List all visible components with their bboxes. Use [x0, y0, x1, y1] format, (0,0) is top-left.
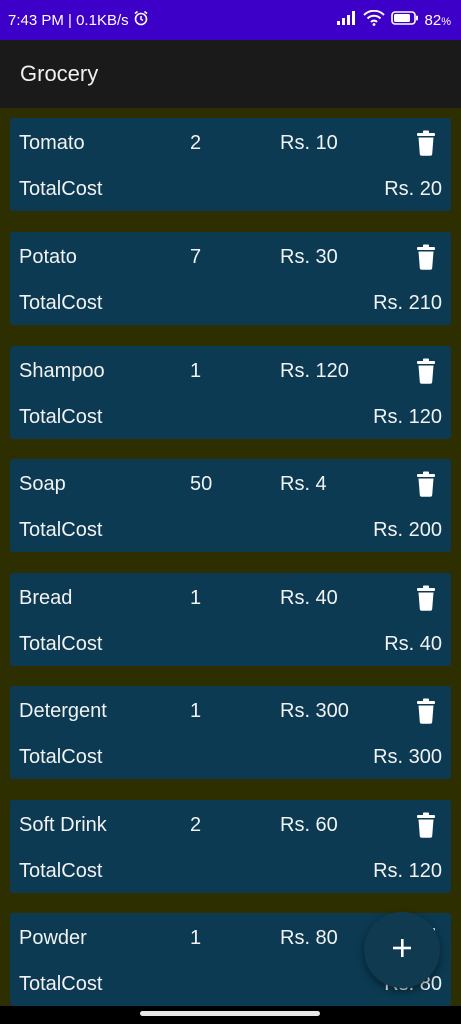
item-name: Bread — [19, 587, 73, 609]
grocery-list[interactable]: Tomato 2 Rs. 10 TotalCost Rs. 20 Potato … — [0, 108, 461, 1006]
plus-icon — [391, 937, 413, 964]
total-cost-value: Rs. 120 — [373, 860, 442, 882]
home-gesture-handle[interactable] — [140, 1011, 320, 1016]
signal-icon — [336, 11, 357, 29]
item-quantity: 50 — [190, 473, 213, 495]
item-price: Rs. 120 — [280, 360, 349, 382]
status-bar: 7:43 PM | 0.1KB/s 82% — [0, 0, 461, 40]
total-cost-label: TotalCost — [19, 292, 103, 314]
page-title: Grocery — [20, 61, 99, 86]
status-left: 7:43 PM | 0.1KB/s — [8, 10, 149, 30]
item-name: Powder — [19, 927, 87, 949]
trash-icon[interactable] — [414, 585, 438, 611]
total-cost-value: Rs. 200 — [373, 519, 442, 541]
item-name: Detergent — [19, 700, 107, 722]
status-right: 82% — [336, 9, 451, 30]
list-item[interactable]: Potato 7 Rs. 30 TotalCost Rs. 210 — [10, 232, 451, 325]
item-price: Rs. 40 — [280, 587, 338, 609]
battery-percent: 82% — [424, 11, 451, 29]
trash-icon[interactable] — [414, 471, 438, 497]
item-name: Soft Drink — [19, 814, 107, 836]
total-cost-value: Rs. 120 — [373, 406, 442, 428]
trash-icon[interactable] — [414, 812, 438, 838]
item-name: Shampoo — [19, 360, 105, 382]
trash-icon[interactable] — [414, 698, 438, 724]
battery-icon — [390, 11, 419, 29]
trash-icon[interactable] — [414, 358, 438, 384]
item-price: Rs. 60 — [280, 814, 338, 836]
list-item[interactable]: Tomato 2 Rs. 10 TotalCost Rs. 20 — [10, 118, 451, 211]
item-price: Rs. 80 — [280, 927, 338, 949]
item-name: Soap — [19, 473, 66, 495]
item-price: Rs. 10 — [280, 132, 338, 154]
item-quantity: 1 — [190, 927, 202, 949]
item-price: Rs. 300 — [280, 700, 349, 722]
alarm-icon — [133, 10, 149, 30]
total-cost-label: TotalCost — [19, 860, 103, 882]
list-item[interactable]: Soft Drink 2 Rs. 60 TotalCost Rs. 120 — [10, 800, 451, 893]
item-name: Tomato — [19, 132, 85, 154]
total-cost-value: Rs. 20 — [384, 178, 442, 200]
list-item[interactable]: Detergent 1 Rs. 300 TotalCost Rs. 300 — [10, 686, 451, 779]
item-quantity: 7 — [190, 246, 202, 268]
total-cost-label: TotalCost — [19, 406, 103, 428]
item-price: Rs. 4 — [280, 473, 327, 495]
total-cost-value: Rs. 210 — [373, 292, 442, 314]
item-quantity: 2 — [190, 132, 202, 154]
item-quantity: 1 — [190, 587, 202, 609]
total-cost-label: TotalCost — [19, 633, 103, 655]
total-cost-label: TotalCost — [19, 973, 103, 995]
item-quantity: 1 — [190, 360, 202, 382]
item-name: Potato — [19, 246, 77, 268]
add-item-button[interactable] — [364, 912, 440, 988]
total-cost-label: TotalCost — [19, 519, 103, 541]
list-item[interactable]: Bread 1 Rs. 40 TotalCost Rs. 40 — [10, 573, 451, 666]
trash-icon[interactable] — [414, 244, 438, 270]
total-cost-value: Rs. 300 — [373, 746, 442, 768]
trash-icon[interactable] — [414, 130, 438, 156]
app-bar: Grocery — [0, 40, 461, 108]
item-quantity: 2 — [190, 814, 202, 836]
total-cost-label: TotalCost — [19, 746, 103, 768]
list-item[interactable]: Shampoo 1 Rs. 120 TotalCost Rs. 120 — [10, 346, 451, 439]
list-item[interactable]: Soap 50 Rs. 4 TotalCost Rs. 200 — [10, 459, 451, 552]
total-cost-value: Rs. 40 — [384, 633, 442, 655]
status-time-speed: 7:43 PM | 0.1KB/s — [8, 11, 129, 29]
total-cost-label: TotalCost — [19, 178, 103, 200]
wifi-icon — [362, 9, 385, 30]
item-price: Rs. 30 — [280, 246, 338, 268]
item-quantity: 1 — [190, 700, 202, 722]
